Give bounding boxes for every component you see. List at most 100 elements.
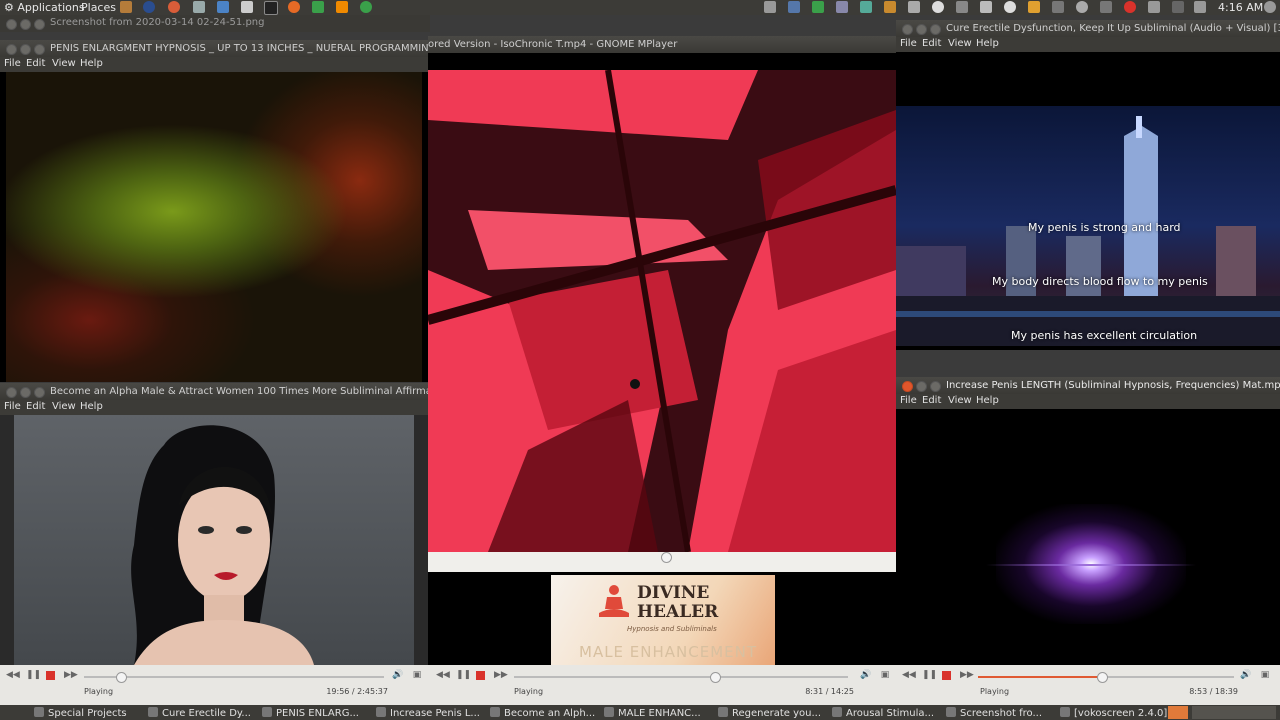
menu-file[interactable]: File [900, 395, 917, 406]
menu-help[interactable]: Help [976, 38, 999, 49]
maximize-icon[interactable] [34, 19, 45, 30]
firefox-launcher-icon[interactable] [288, 1, 300, 13]
workspace-switcher[interactable] [1192, 706, 1276, 719]
tray-record-icon[interactable] [1004, 1, 1016, 13]
taskbar-item[interactable]: Cure Erectile Dy... [148, 707, 251, 719]
chrome-launcher-icon[interactable] [168, 1, 180, 13]
workspace-switcher-icon[interactable] [1168, 706, 1188, 719]
terminal-launcher-icon[interactable] [264, 1, 278, 15]
volume-icon[interactable]: 🔊 [860, 670, 871, 680]
menu-help[interactable]: Help [80, 58, 103, 69]
fullscreen-icon[interactable]: ▣ [880, 670, 890, 680]
taskbar-item[interactable]: Arousal Stimula... [832, 707, 934, 719]
android-launcher-icon[interactable] [312, 1, 324, 13]
tray-gamepad-icon[interactable] [764, 1, 776, 13]
pause-icon[interactable]: ❚❚ [922, 670, 937, 680]
tray-grid-icon[interactable] [860, 1, 872, 13]
minimize-icon[interactable] [916, 381, 927, 392]
tray-user-icon[interactable] [1028, 1, 1040, 13]
menu-help[interactable]: Help [80, 401, 103, 412]
taskbar-item[interactable]: Special Projects [34, 707, 127, 719]
menu-edit[interactable]: Edit [922, 38, 941, 49]
video-area-portrait[interactable] [14, 415, 414, 665]
text-editor-launcher-icon[interactable] [241, 1, 253, 13]
fullscreen-icon[interactable]: ▣ [1260, 670, 1270, 680]
taskbar-item[interactable]: Become an Alph... [490, 707, 595, 719]
rewind-icon[interactable]: ◀◀ [902, 670, 916, 680]
tray-camera-icon[interactable] [956, 1, 968, 13]
menu-view[interactable]: View [52, 58, 76, 69]
system-menu-icon[interactable] [1264, 1, 1276, 13]
maximize-icon[interactable] [930, 24, 941, 35]
applications-menu[interactable]: ⚙ Applications [4, 1, 85, 14]
places-menu[interactable]: Places [81, 1, 116, 14]
video-area-nebula[interactable] [6, 72, 422, 382]
tray-sync-icon[interactable] [1076, 1, 1088, 13]
close-icon[interactable] [6, 44, 17, 55]
volume-icon[interactable]: 🔊 [1240, 670, 1251, 680]
tray-music-icon[interactable] [836, 1, 848, 13]
menu-edit[interactable]: Edit [26, 58, 45, 69]
seek-handle[interactable] [661, 552, 672, 563]
background-window-titlebar[interactable]: Screenshot from 2020-03-14 02-24-51.png [0, 15, 430, 32]
menu-file[interactable]: File [4, 58, 21, 69]
minimize-icon[interactable] [20, 387, 31, 398]
menu-edit[interactable]: Edit [26, 401, 45, 412]
menu-help[interactable]: Help [976, 395, 999, 406]
files-launcher-icon[interactable] [120, 1, 132, 13]
window-titlebar[interactable]: ored Version - IsoChronic T.mp4 - GNOME … [428, 36, 896, 53]
taskbar-item[interactable]: Regenerate you... [718, 707, 821, 719]
close-icon[interactable] [6, 19, 17, 30]
forward-icon[interactable]: ▶▶ [494, 670, 508, 680]
menu-view[interactable]: View [948, 38, 972, 49]
seek-bar[interactable] [514, 676, 848, 678]
close-icon[interactable] [6, 387, 17, 398]
tray-tools-icon[interactable] [980, 1, 992, 13]
tray-monitor-icon[interactable] [1052, 1, 1064, 13]
tray-mail-icon[interactable] [908, 1, 920, 13]
window-titlebar[interactable]: Become an Alpha Male & Attract Women 100… [0, 383, 428, 400]
stop-icon[interactable] [942, 671, 951, 680]
fullscreen-icon[interactable]: ▣ [412, 670, 422, 680]
taskbar-item[interactable]: Increase Penis L... [376, 707, 480, 719]
tray-chart-icon[interactable] [1100, 1, 1112, 13]
forward-icon[interactable]: ▶▶ [960, 670, 974, 680]
center-seek-strip[interactable] [428, 552, 896, 572]
menu-file[interactable]: File [4, 401, 21, 412]
app-launcher-icon[interactable] [360, 1, 372, 13]
document-launcher-icon[interactable] [217, 1, 229, 13]
menu-file[interactable]: File [900, 38, 917, 49]
clock[interactable]: 4:16 AM [1218, 1, 1263, 14]
tray-display-icon[interactable] [788, 1, 800, 13]
taskbar-item[interactable]: MALE ENHANC... [604, 707, 701, 719]
seek-handle[interactable] [710, 672, 722, 683]
close-icon[interactable] [902, 381, 913, 392]
wifi-icon[interactable] [1148, 1, 1160, 13]
window-titlebar[interactable]: PENIS ENLARGMENT HYPNOSIS _ UP TO 13 INC… [0, 40, 428, 57]
seek-handle[interactable] [116, 672, 127, 683]
center-lower-video[interactable]: DIVINE HEALER Hypnosis and Subliminals M… [428, 572, 896, 685]
maximize-icon[interactable] [34, 387, 45, 398]
window-titlebar[interactable]: Cure Erectile Dysfunction, Keep It Up Su… [896, 20, 1280, 37]
rewind-icon[interactable]: ◀◀ [436, 670, 450, 680]
taskbar-item[interactable]: Screenshot fro... [946, 707, 1042, 719]
pause-icon[interactable]: ❚❚ [26, 670, 41, 680]
vlc-launcher-icon[interactable] [336, 1, 348, 13]
forward-icon[interactable]: ▶▶ [64, 670, 78, 680]
taskbar-item[interactable]: [vokoscreen 2.4.0] [1060, 707, 1167, 719]
tray-app-icon[interactable] [812, 1, 824, 13]
maximize-icon[interactable] [34, 44, 45, 55]
seek-bar[interactable] [84, 676, 384, 678]
tray-folder-icon[interactable] [884, 1, 896, 13]
keyboard-layout-icon[interactable] [1172, 1, 1184, 13]
video-area-purple-light[interactable] [896, 409, 1280, 665]
calculator-launcher-icon[interactable] [193, 1, 205, 13]
tray-dot-icon[interactable] [932, 1, 944, 13]
menu-edit[interactable]: Edit [922, 395, 941, 406]
window-titlebar[interactable]: Increase Penis LENGTH (Subliminal Hypnos… [896, 377, 1280, 394]
menu-view[interactable]: View [948, 395, 972, 406]
minimize-icon[interactable] [20, 19, 31, 30]
browser-launcher-icon[interactable] [143, 1, 155, 13]
minimize-icon[interactable] [916, 24, 927, 35]
rewind-icon[interactable]: ◀◀ [6, 670, 20, 680]
